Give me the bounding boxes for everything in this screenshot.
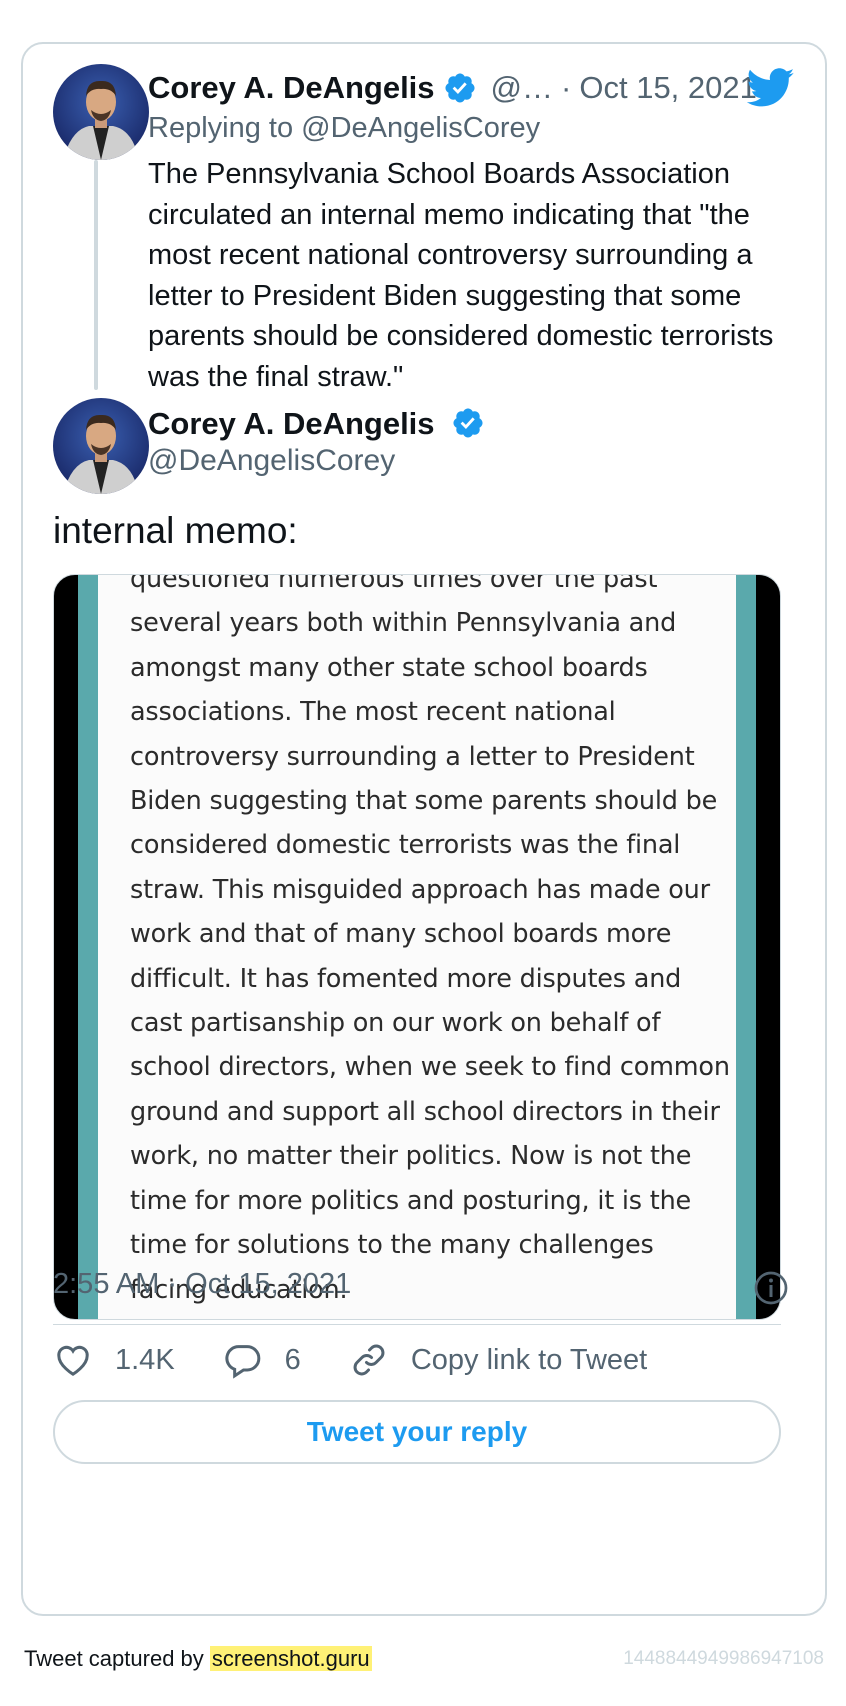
copy-link-button[interactable]: Copy link to Tweet	[349, 1340, 647, 1380]
replying-to-handle[interactable]: @DeAngelisCorey	[301, 112, 540, 144]
tweet-date[interactable]: Oct 15, 2021	[579, 68, 757, 108]
tweet-card: Corey A. DeAngelis @… · Oct 15, 2021 Rep…	[21, 42, 827, 1616]
footer-prefix: Tweet captured by	[24, 1646, 204, 1671]
footer-brand-link[interactable]: screenshot.guru	[209, 1646, 372, 1671]
twitter-bird-icon[interactable]	[747, 68, 795, 108]
author-name[interactable]: Corey A. DeAngelis	[148, 68, 435, 108]
thread-line	[94, 160, 98, 390]
media-border-left	[78, 575, 98, 1319]
quoted-tweet-header: Corey A. DeAngelis @… · Oct 15, 2021	[148, 68, 757, 108]
avatar[interactable]	[53, 398, 149, 494]
info-icon[interactable]	[753, 1270, 789, 1306]
tweet-id: 1448844949986947108	[623, 1648, 824, 1669]
tweet-timestamp[interactable]: 2:55 AM · Oct 15, 2021	[53, 1268, 351, 1301]
heart-icon	[57, 1345, 89, 1376]
replying-to-prefix: Replying to	[148, 112, 294, 144]
memo-image[interactable]: questioned numerous times over the past …	[53, 574, 781, 1320]
action-bar: 1.4K 6 Copy link to Tweet	[53, 1330, 695, 1390]
capture-footer: Tweet captured by screenshot.guru	[24, 1646, 372, 1672]
media-border-right	[736, 575, 756, 1319]
replying-to: Replying to @DeAngelisCorey	[148, 112, 540, 145]
memo-text-cut-line: questioned numerous times over the past	[130, 574, 658, 594]
main-tweet-header: Corey A. DeAngelis	[148, 404, 485, 444]
author-name[interactable]: Corey A. DeAngelis	[148, 406, 435, 441]
tweet-text: internal memo:	[53, 510, 298, 551]
like-button[interactable]: 1.4K	[53, 1340, 175, 1380]
reply-count: 6	[284, 1343, 301, 1376]
like-count: 1.4K	[115, 1343, 175, 1376]
reply-bubble-icon	[225, 1345, 260, 1379]
reply-button[interactable]: 6	[223, 1340, 301, 1380]
memo-paper: questioned numerous times over the past …	[98, 575, 736, 1319]
quoted-tweet-text: The Pennsylvania School Boards Associati…	[148, 158, 774, 393]
link-icon	[353, 1344, 385, 1376]
verified-badge-icon	[443, 71, 477, 105]
memo-text-block: questioned numerous times over the past …	[130, 574, 730, 1312]
author-handle[interactable]: @…	[491, 68, 553, 108]
memo-text: several years both within Pennsylvania a…	[130, 608, 730, 1305]
avatar[interactable]	[53, 64, 149, 160]
tweet-your-reply-button[interactable]: Tweet your reply	[53, 1400, 781, 1464]
verified-badge-icon	[451, 406, 485, 440]
author-handle[interactable]: @DeAngelisCorey	[148, 444, 395, 478]
divider	[53, 1324, 781, 1325]
copy-link-label: Copy link to Tweet	[410, 1343, 648, 1376]
separator-dot: ·	[561, 70, 572, 105]
